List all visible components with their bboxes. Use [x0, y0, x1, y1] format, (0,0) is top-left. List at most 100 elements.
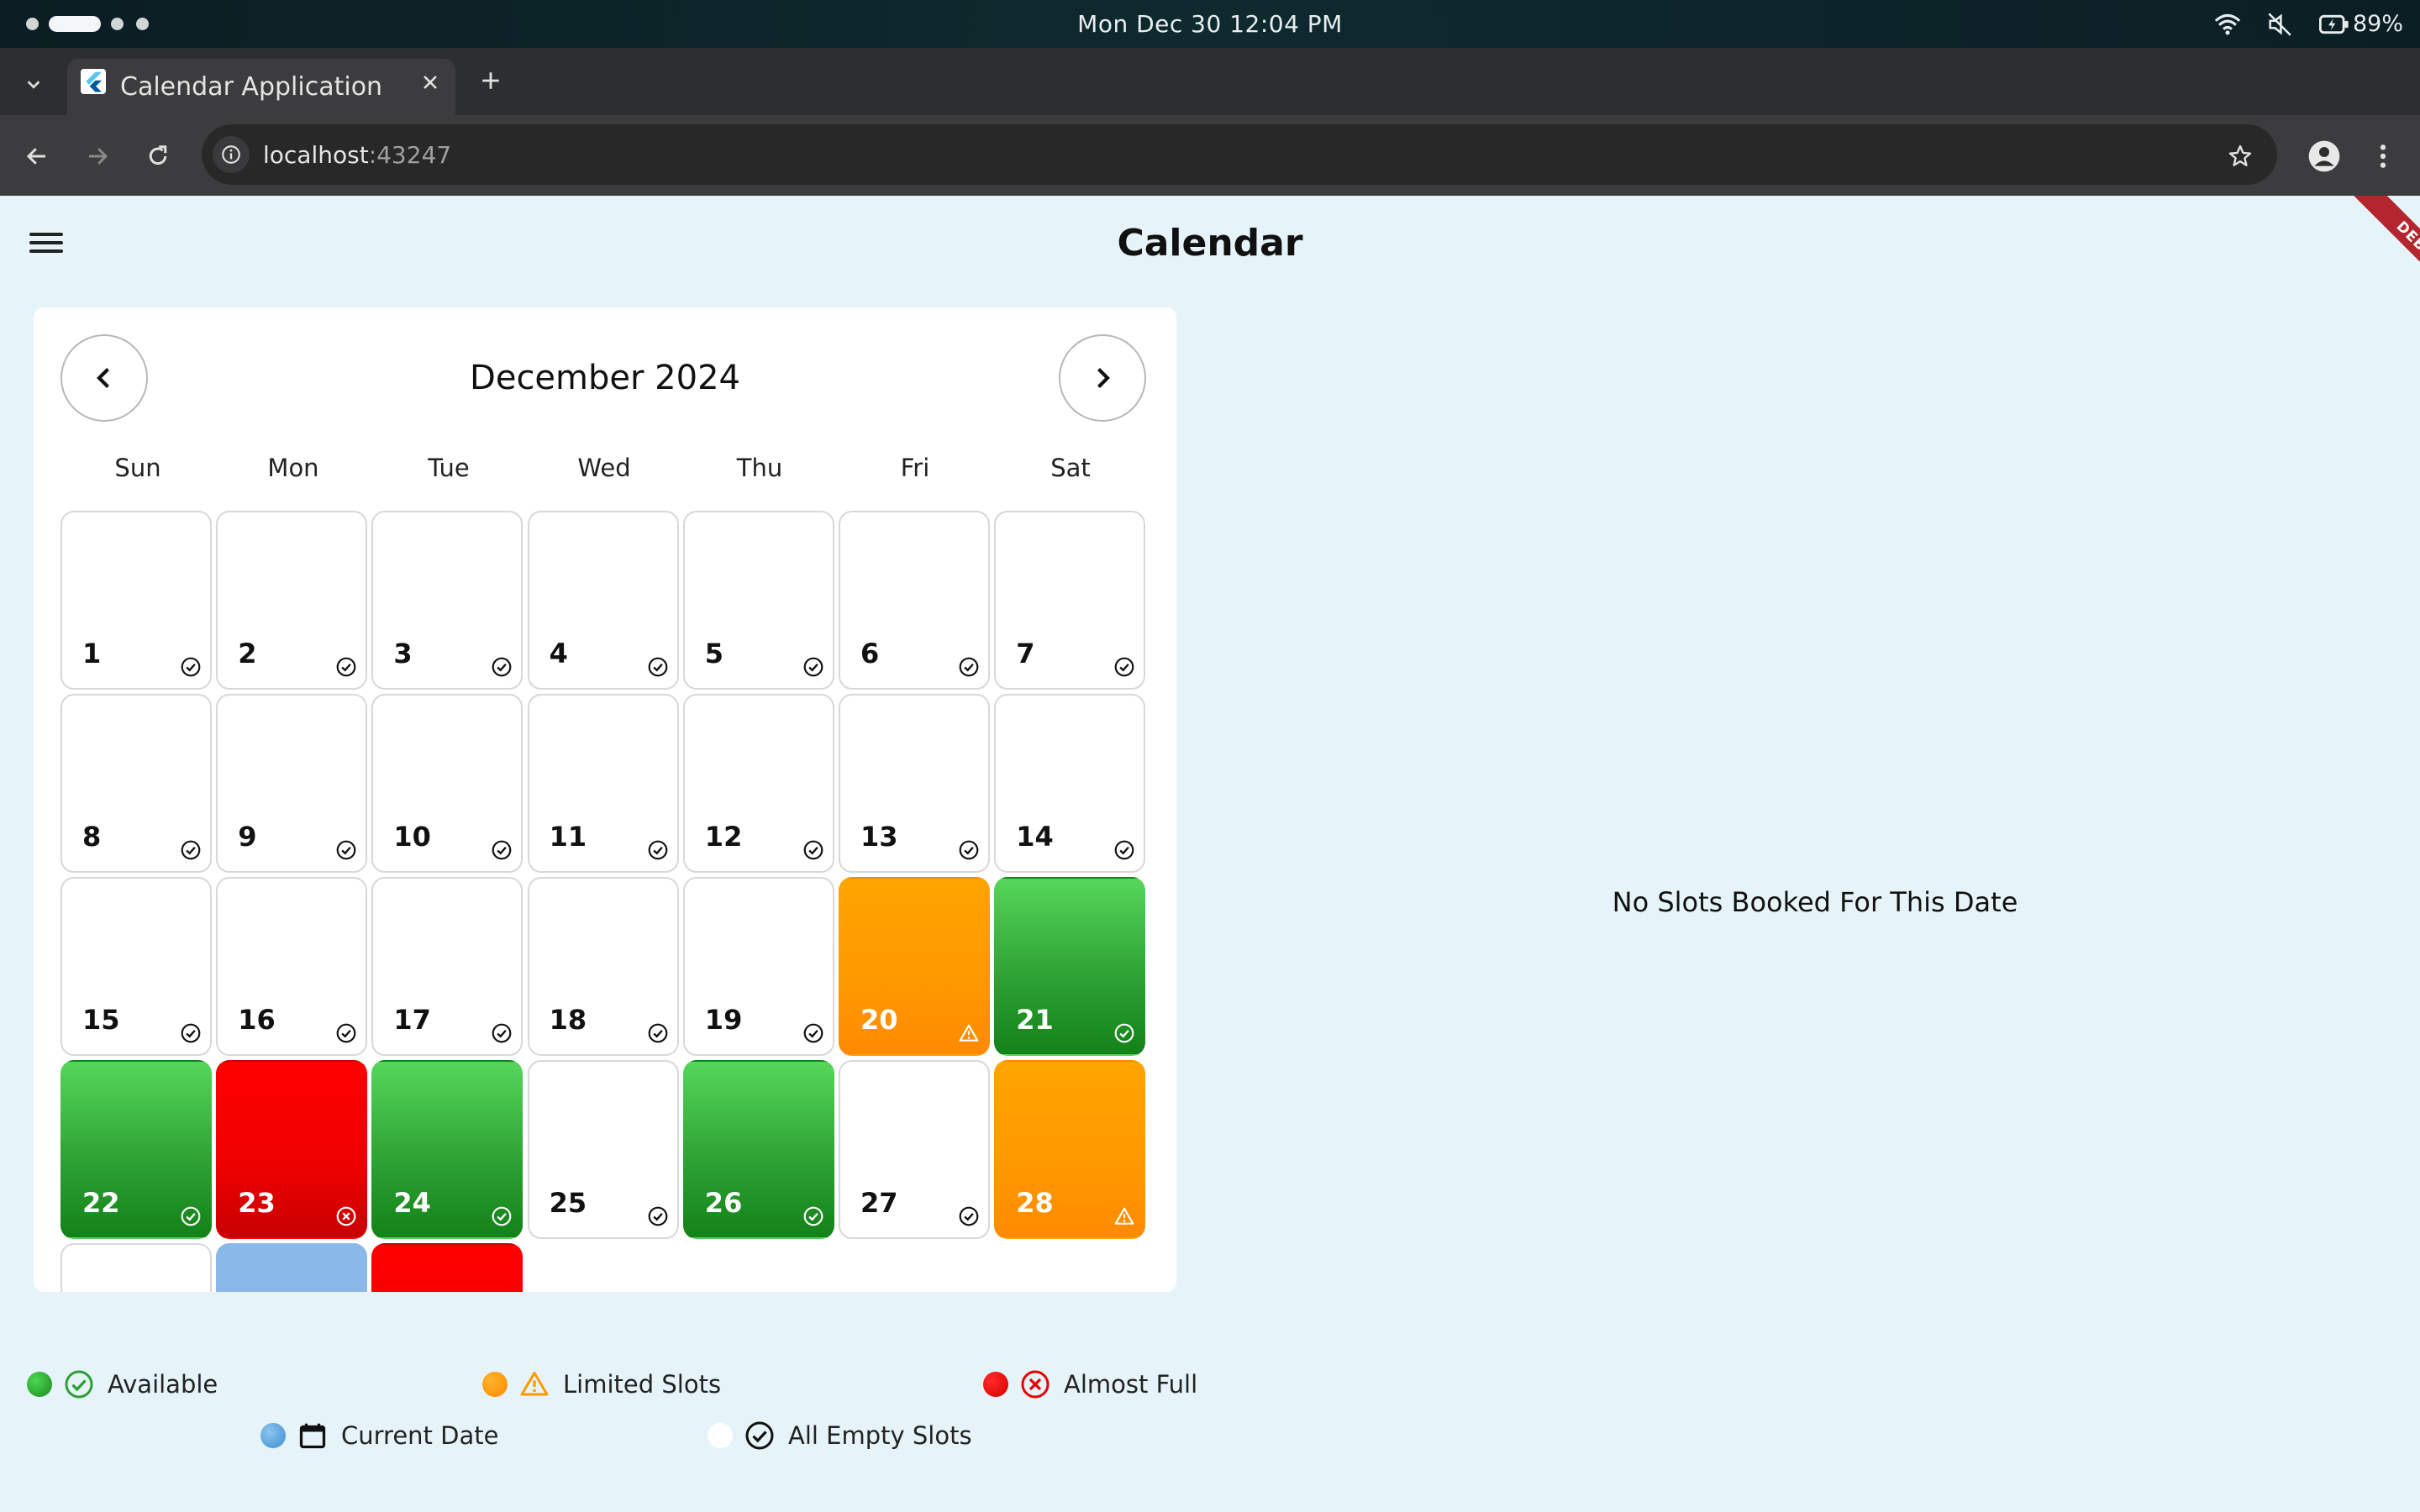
more-icon[interactable] [2365, 136, 2402, 176]
check-circle-icon [1113, 839, 1135, 861]
profile-icon[interactable] [2302, 134, 2346, 178]
day-number: 9 [238, 821, 257, 853]
next-month-button[interactable] [1059, 334, 1146, 422]
close-tab-icon[interactable] [415, 67, 445, 97]
day-cell[interactable]: 5 [682, 511, 834, 690]
x-circle-icon [335, 1205, 357, 1227]
day-number: 25 [549, 1187, 587, 1219]
warning-icon [520, 1372, 549, 1396]
legend-current-date: Current Date [260, 1417, 498, 1454]
day-cell[interactable]: 6 [839, 511, 990, 690]
day-cell[interactable] [216, 1243, 368, 1292]
legend-almost-full: Almost Full [983, 1366, 1197, 1403]
day-number: 27 [860, 1187, 898, 1219]
check-circle-icon [647, 839, 669, 861]
day-cell[interactable]: 9 [216, 694, 368, 873]
legend-label: Available [108, 1370, 218, 1399]
os-status-bar: Mon Dec 30 12:04 PM 89% [0, 0, 2420, 48]
weekday-label: Sun [114, 454, 161, 482]
day-cell[interactable]: 1 [60, 511, 212, 690]
new-tab-icon[interactable] [472, 62, 509, 99]
address-bar[interactable] [202, 124, 2277, 185]
check-circle-icon [491, 656, 513, 678]
bookmark-star-icon[interactable] [2220, 136, 2260, 176]
back-icon[interactable] [17, 136, 57, 176]
check-circle-icon [180, 1022, 202, 1044]
day-cell[interactable]: 13 [839, 694, 990, 873]
day-cell[interactable]: 25 [527, 1060, 679, 1239]
day-cell[interactable]: 18 [527, 877, 679, 1056]
day-cell[interactable]: 17 [371, 877, 523, 1056]
day-cell[interactable]: 23 [216, 1060, 368, 1239]
page-title: Calendar [1117, 221, 1303, 265]
day-number: 17 [393, 1004, 431, 1036]
day-cell[interactable] [371, 1243, 523, 1292]
check-circle-icon [1113, 656, 1135, 678]
day-number: 13 [860, 821, 898, 853]
status-dot [111, 18, 124, 30]
day-cell[interactable]: 26 [682, 1060, 834, 1239]
day-cell[interactable]: 22 [60, 1060, 212, 1239]
day-cell[interactable]: 21 [994, 877, 1146, 1056]
day-cell[interactable]: 8 [60, 694, 212, 873]
day-cell[interactable]: 14 [994, 694, 1146, 873]
url-host: localhost [263, 140, 369, 169]
check-circle-icon [647, 1205, 669, 1227]
day-cell[interactable]: 28 [994, 1060, 1146, 1239]
day-number: 11 [549, 821, 587, 853]
menu-icon[interactable] [29, 233, 63, 253]
available-swatch [27, 1372, 52, 1397]
day-cell[interactable]: 16 [216, 877, 368, 1056]
previous-month-button[interactable] [60, 334, 148, 422]
check-circle-icon [335, 656, 357, 678]
check-circle-icon [802, 839, 824, 861]
day-cell[interactable]: 20 [839, 877, 990, 1056]
forward-icon[interactable] [77, 136, 118, 176]
day-cell[interactable]: 4 [527, 511, 679, 690]
day-cell[interactable]: 3 [371, 511, 523, 690]
check-circle-icon [802, 656, 824, 678]
day-cell[interactable]: 27 [839, 1060, 990, 1239]
check-circle-icon [802, 1205, 824, 1227]
day-cell[interactable]: 12 [682, 694, 834, 873]
debug-banner: DEBUG [2269, 196, 2420, 347]
day-cells: 1 2 3 4 5 6 7 8 9 10 11 12 13 14 15 16 17 18 19 20 21 22 23 24 2… [34, 504, 1176, 1292]
weekday-label: Thu [736, 454, 783, 482]
day-cell[interactable]: 2 [216, 511, 368, 690]
day-cell[interactable]: 24 [371, 1060, 523, 1239]
flutter-icon [81, 69, 106, 94]
day-number: 12 [704, 821, 743, 853]
check-circle-icon [1113, 1022, 1135, 1044]
day-number: 5 [704, 638, 724, 669]
legend-all-empty-slots: All Empty Slots [708, 1417, 972, 1454]
full-swatch [983, 1372, 1008, 1397]
tab-title: Calendar Application [120, 72, 383, 102]
tab-list-icon[interactable] [15, 66, 52, 102]
reload-icon[interactable] [138, 136, 178, 176]
day-cell[interactable] [60, 1243, 212, 1292]
day-number: 24 [393, 1187, 431, 1219]
check-circle-icon [491, 839, 513, 861]
day-number: 1 [82, 638, 102, 669]
battery-icon [2319, 14, 2349, 34]
day-cell[interactable]: 7 [994, 511, 1146, 690]
day-cell[interactable]: 15 [60, 877, 212, 1056]
battery-percentage: 89% [2353, 11, 2404, 37]
day-number: 3 [393, 638, 413, 669]
check-circle-icon [180, 839, 202, 861]
month-title: December 2024 [470, 359, 740, 397]
warning-icon [958, 1022, 980, 1044]
day-cell[interactable]: 10 [371, 694, 523, 873]
check-circle-icon [745, 1421, 774, 1450]
day-cell[interactable]: 11 [527, 694, 679, 873]
chevron-left-icon [97, 368, 109, 388]
url-text[interactable]: localhost:43247 [263, 124, 451, 185]
weekday-label: Fri [900, 454, 930, 482]
day-cell[interactable]: 19 [682, 877, 834, 1056]
day-number: 8 [82, 821, 102, 853]
check-circle-icon [647, 656, 669, 678]
day-number: 6 [860, 638, 880, 669]
site-info-icon[interactable] [213, 136, 250, 173]
calendar-grid: 1 2 3 4 5 6 7 8 9 10 11 12 13 14 15 16 17 18 19 20 21 22 23 24 2… [34, 504, 1176, 1292]
legend-available: Available [27, 1366, 218, 1403]
